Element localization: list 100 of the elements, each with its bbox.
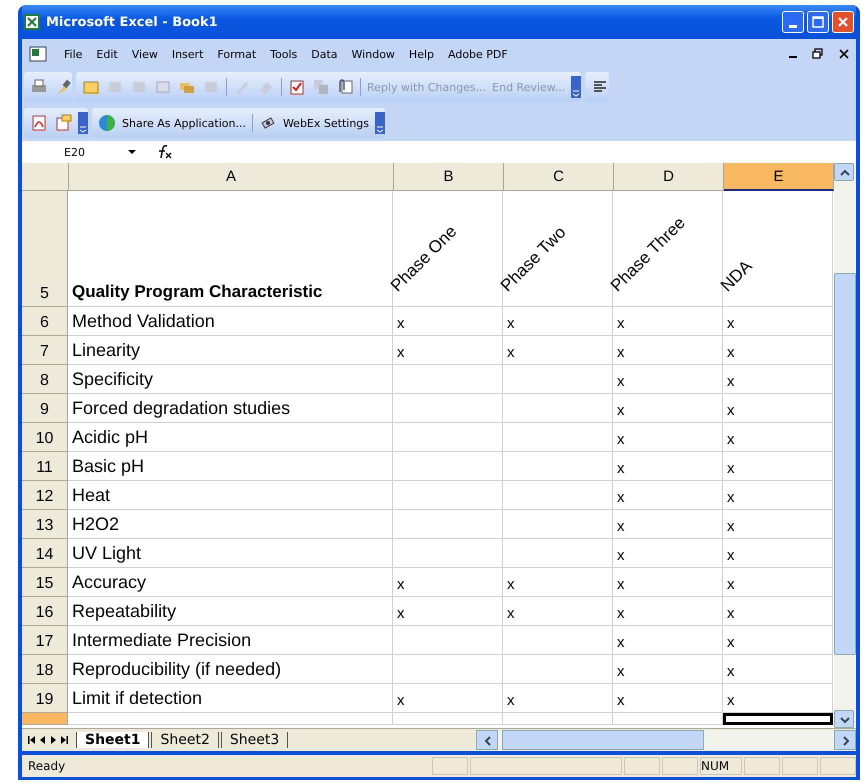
active-cell[interactable] — [723, 713, 833, 725]
toolbar-options-icon[interactable] — [571, 76, 582, 98]
previous-sheet-icon[interactable] — [40, 735, 46, 745]
row-header[interactable]: 19 — [22, 684, 68, 713]
row-header[interactable]: 6 — [22, 307, 68, 336]
table-cell: H2O2 — [68, 510, 393, 539]
row-header[interactable]: 13 — [22, 510, 68, 539]
scroll-right-button[interactable] — [834, 730, 856, 750]
table-cell[interactable] — [393, 713, 503, 725]
last-sheet-icon[interactable] — [60, 735, 68, 745]
row-header[interactable]: 9 — [22, 394, 68, 423]
maximize-button[interactable] — [807, 11, 829, 33]
close-workbook-icon[interactable] — [838, 48, 850, 60]
table-cell: x — [723, 452, 833, 481]
table-cell: Intermediate Precision — [68, 626, 393, 655]
scroll-down-button[interactable] — [834, 710, 854, 728]
toolbar-options-icon[interactable] — [375, 112, 386, 134]
pdf-icon[interactable] — [30, 114, 48, 132]
status-pane — [744, 757, 780, 775]
row-header[interactable]: 8 — [22, 365, 68, 394]
table-cell: x — [503, 336, 613, 365]
table-cell: x — [723, 510, 833, 539]
menu-item[interactable]: Window — [352, 48, 395, 60]
table-cell: Reproducibility (if needed) — [68, 655, 393, 684]
column-header[interactable]: A — [69, 163, 394, 191]
table-cell[interactable] — [503, 713, 613, 725]
table-cell: x — [723, 597, 833, 626]
share-as-application-button[interactable]: Share As Application... — [122, 116, 246, 130]
row-header[interactable]: 15 — [22, 568, 68, 597]
scroll-thumb[interactable] — [834, 273, 856, 655]
row-header[interactable]: 7 — [22, 336, 68, 365]
row-header[interactable]: 12 — [22, 481, 68, 510]
table-cell: x — [613, 597, 723, 626]
scroll-left-button[interactable] — [476, 730, 498, 750]
row-header[interactable]: 18 — [22, 655, 68, 684]
end-review-label: End Review... — [492, 80, 566, 94]
scroll-thumb[interactable] — [502, 730, 704, 750]
table-cell: x — [503, 307, 613, 336]
sheet-tab[interactable]: Sheet1 — [76, 732, 150, 748]
table-cell: x — [723, 307, 833, 336]
table-cell: x — [723, 626, 833, 655]
table-cell[interactable] — [68, 713, 393, 725]
row-header[interactable]: 10 — [22, 423, 68, 452]
next-sheet-icon[interactable] — [50, 735, 56, 745]
horizontal-scrollbar[interactable] — [476, 730, 856, 750]
scroll-up-button[interactable] — [834, 163, 854, 181]
name-box[interactable]: E20 — [22, 146, 112, 158]
vertical-scrollbar[interactable] — [834, 163, 856, 728]
num-lock-indicator: NUM — [700, 757, 742, 775]
sheet-tab[interactable]: Sheet2 — [151, 732, 219, 748]
sheet-tab[interactable]: Sheet3 — [220, 732, 288, 748]
row-header[interactable]: 17 — [22, 626, 68, 655]
status-pane — [662, 757, 698, 775]
status-pane — [624, 757, 660, 775]
menu-item[interactable]: Edit — [96, 48, 118, 60]
first-sheet-icon[interactable] — [28, 735, 36, 745]
table-cell: Accuracy — [68, 568, 393, 597]
table-cell: Basic pH — [68, 452, 393, 481]
menu-item[interactable]: File — [64, 48, 82, 60]
globe-icon[interactable] — [98, 114, 116, 132]
webex-settings-button[interactable]: WebEx Settings — [282, 116, 370, 130]
column-header[interactable]: B — [394, 163, 504, 191]
status-text: Ready — [27, 759, 66, 773]
reply-with-changes-label: Reply with Changes... — [367, 80, 486, 94]
row-header[interactable]: 5 — [22, 191, 68, 307]
row-header[interactable]: 11 — [22, 452, 68, 481]
menu-item[interactable]: Data — [311, 48, 338, 60]
column-header[interactable]: C — [504, 163, 614, 191]
table-cell: Acidic pH — [68, 423, 393, 452]
table-cell: x — [393, 307, 503, 336]
row-header[interactable]: 16 — [22, 597, 68, 626]
pdf-comment-icon[interactable] — [54, 114, 72, 132]
column-header[interactable]: E — [724, 163, 834, 191]
table-cell: x — [393, 597, 503, 626]
row-header[interactable]: 14 — [22, 539, 68, 568]
menu-item[interactable]: Format — [217, 48, 256, 60]
table-cell: Linearity — [68, 336, 393, 365]
menu-item[interactable]: Insert — [172, 48, 204, 60]
restore-workbook-icon[interactable] — [812, 48, 824, 60]
column-header[interactable]: D — [614, 163, 724, 191]
table-cell: x — [613, 626, 723, 655]
menu-item[interactable]: View — [132, 48, 158, 60]
table-cell: Forced degradation studies — [68, 394, 393, 423]
table-cell: x — [723, 336, 833, 365]
table-cell[interactable] — [613, 713, 723, 725]
table-cell: UV Light — [68, 539, 393, 568]
menu-item[interactable]: Adobe PDF — [448, 48, 508, 60]
minimize-icon — [789, 24, 797, 28]
clipboard-icon[interactable] — [288, 78, 306, 96]
close-button[interactable] — [832, 11, 854, 33]
table-cell: x — [613, 307, 723, 336]
table-cell: x — [613, 423, 723, 452]
table-cell: Limit if detection — [68, 684, 393, 713]
table-cell: x — [613, 568, 723, 597]
table-cell: x — [723, 423, 833, 452]
minimize-button[interactable] — [782, 11, 804, 33]
table-cell: x — [723, 655, 833, 684]
toolbar-options-icon[interactable] — [78, 112, 88, 134]
menu-item[interactable]: Tools — [270, 48, 298, 60]
menu-item[interactable]: Help — [408, 48, 434, 60]
